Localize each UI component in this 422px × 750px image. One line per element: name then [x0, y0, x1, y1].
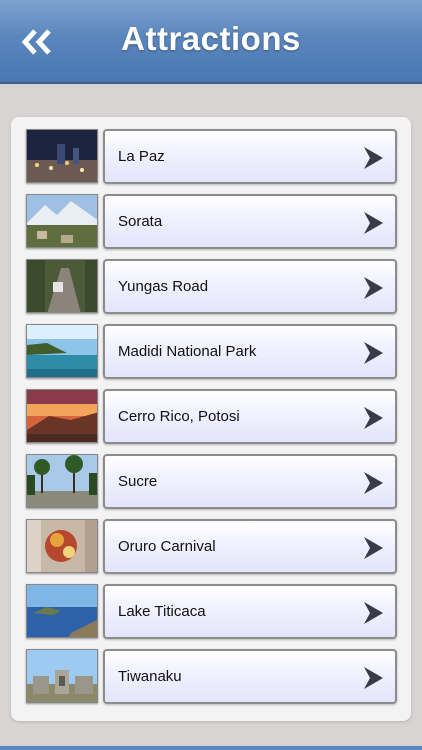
thumbnail-image — [26, 584, 98, 638]
attraction-button[interactable]: Sorata — [103, 194, 397, 249]
list-item[interactable]: Lake Titicaca — [11, 584, 411, 640]
attraction-button[interactable]: Sucre — [103, 454, 397, 509]
chevron-right-icon — [364, 667, 383, 689]
attraction-button[interactable]: Oruro Carnival — [103, 519, 397, 574]
chevron-right-icon — [364, 407, 383, 429]
attraction-label: Cerro Rico, Potosi — [118, 408, 240, 425]
thumbnail-image — [26, 129, 98, 183]
attraction-button[interactable]: Cerro Rico, Potosi — [103, 389, 397, 444]
attraction-button[interactable]: Madidi National Park — [103, 324, 397, 379]
attraction-label: Sorata — [118, 213, 163, 230]
chevron-right-icon — [364, 602, 383, 624]
attraction-label: Lake Titicaca — [118, 603, 206, 620]
thumbnail-image — [26, 259, 98, 313]
chevron-right-icon — [364, 472, 383, 494]
page-title: Attractions — [121, 20, 301, 57]
chevron-right-icon — [364, 537, 383, 559]
attraction-button[interactable]: Lake Titicaca — [103, 584, 397, 639]
list-item[interactable]: La Paz — [11, 129, 411, 185]
thumbnail-image — [26, 389, 98, 443]
attraction-label: Tiwanaku — [118, 668, 182, 685]
attractions-list: La Paz Sorata Yungas Road Madidi Nationa… — [11, 117, 411, 721]
bottom-bar — [0, 746, 422, 750]
thumbnail-image — [26, 519, 98, 573]
thumbnail-image — [26, 454, 98, 508]
list-item[interactable]: Tiwanaku — [11, 649, 411, 705]
chevron-right-icon — [364, 277, 383, 299]
attraction-button[interactable]: La Paz — [103, 129, 397, 184]
attraction-label: Madidi National Park — [118, 343, 257, 360]
thumbnail-image — [26, 649, 98, 703]
list-item[interactable]: Yungas Road — [11, 259, 411, 315]
thumbnail-image — [26, 324, 98, 378]
attraction-label: Yungas Road — [118, 278, 209, 295]
thumbnail-image — [26, 194, 98, 248]
nav-bar: Attractions — [0, 0, 422, 84]
chevron-right-icon — [364, 212, 383, 234]
list-item[interactable]: Sorata — [11, 194, 411, 250]
chevron-right-icon — [364, 342, 383, 364]
attraction-label: Oruro Carnival — [118, 538, 216, 555]
list-item[interactable]: Sucre — [11, 454, 411, 510]
attraction-button[interactable]: Tiwanaku — [103, 649, 397, 704]
attraction-button[interactable]: Yungas Road — [103, 259, 397, 314]
chevron-right-icon — [364, 147, 383, 169]
list-item[interactable]: Oruro Carnival — [11, 519, 411, 575]
list-item[interactable]: Cerro Rico, Potosi — [11, 389, 411, 445]
list-item[interactable]: Madidi National Park — [11, 324, 411, 380]
attraction-label: Sucre — [118, 473, 158, 490]
attraction-label: La Paz — [118, 148, 165, 165]
